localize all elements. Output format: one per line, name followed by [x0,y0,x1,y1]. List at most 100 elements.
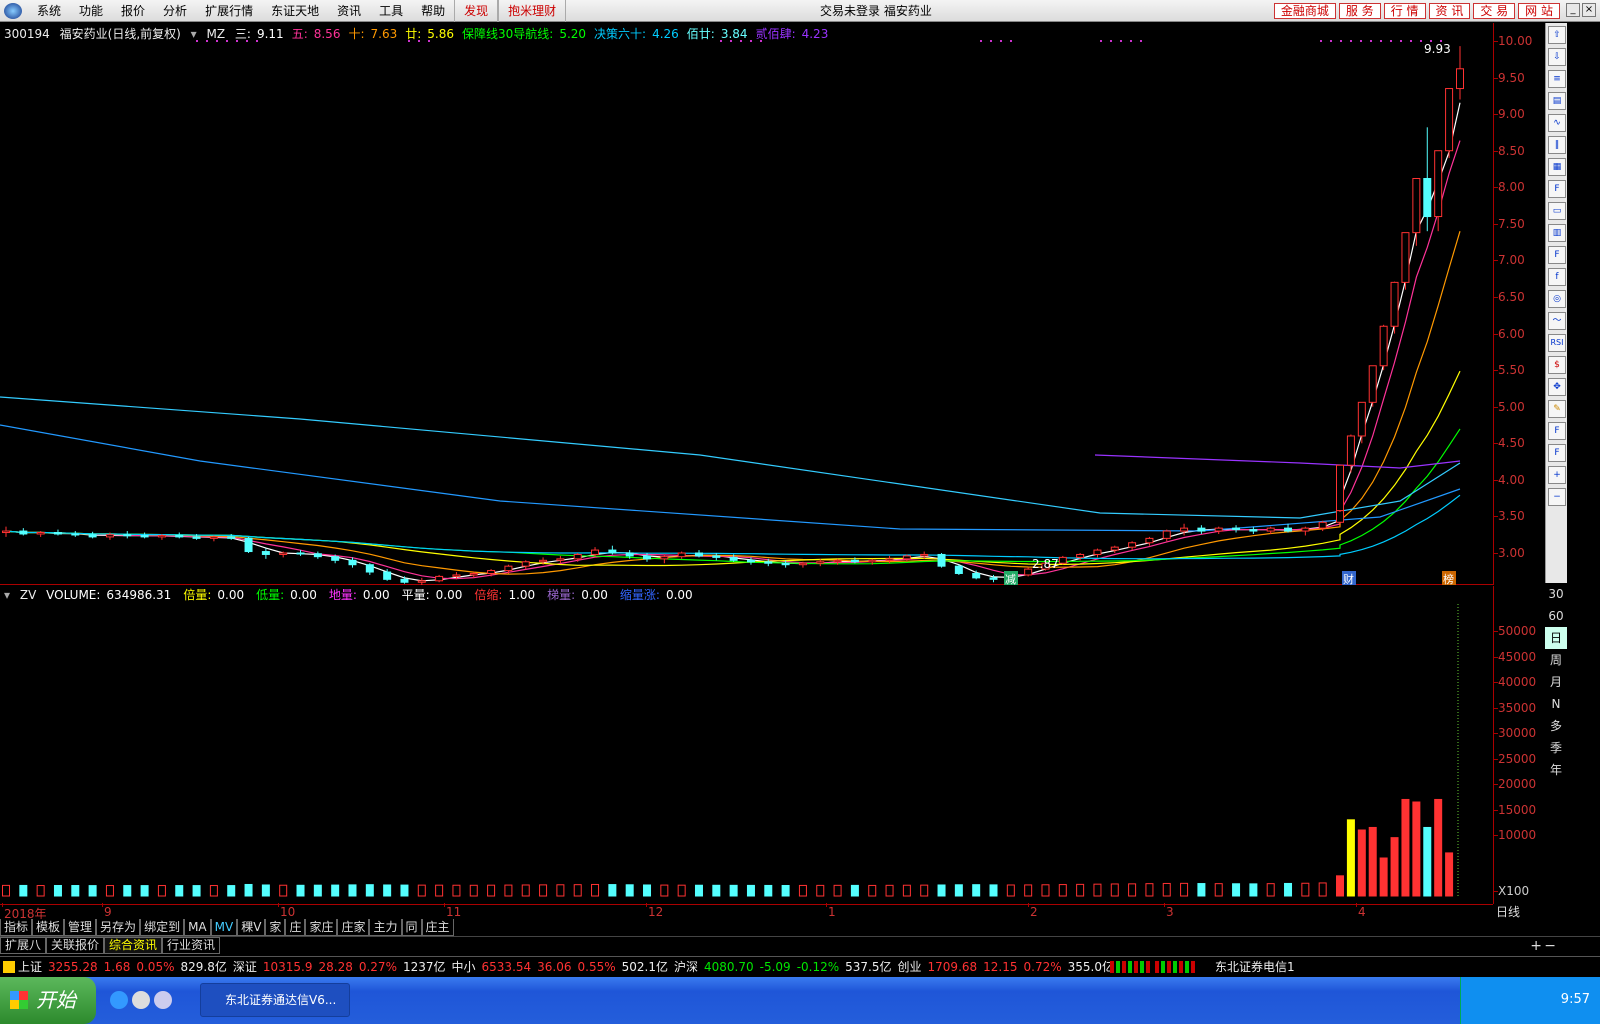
menu-item[interactable]: 帮助 [412,0,454,22]
f10-icon[interactable]: F [1548,180,1566,198]
index-status-bar: 上证 3255.28 1.68 0.05% 829.8亿 深证 10315.9 … [0,956,1600,976]
app-icon[interactable] [154,991,172,1009]
period-button[interactable]: 月 [1545,671,1567,693]
sz-change: 28.28 [318,959,353,974]
info-tab[interactable]: 综合资讯 [104,937,163,954]
period-button[interactable]: N [1545,693,1567,715]
grid-icon[interactable]: ▥ [1548,224,1566,242]
hs-label[interactable]: 沪深 [674,958,698,975]
period-button[interactable]: 年 [1545,759,1567,781]
low-price-label: 2.87 [1032,557,1059,571]
indicator-tab[interactable]: 同 [401,919,422,936]
close-icon[interactable]: × [1582,3,1596,17]
list-icon[interactable]: ≡ [1548,70,1566,88]
indicator-tab[interactable]: 绑定到 [140,919,185,936]
ie-icon[interactable] [110,991,128,1009]
taskbar-item-tdx[interactable]: 东北证券通达信V6... [200,983,350,1017]
volume-bar [660,884,669,897]
period-button[interactable]: 60 [1545,605,1567,627]
sz-label[interactable]: 深证 [233,958,257,975]
line-chart-icon[interactable]: ∿ [1548,114,1566,132]
zoom-in-icon[interactable]: + [1548,466,1566,484]
dollar-icon[interactable]: $ [1548,356,1566,374]
menu-item[interactable]: 系统 [28,0,70,22]
top-marker-dot [1400,40,1402,42]
kline-icon[interactable]: ‖ [1548,136,1566,154]
remove-panel-button[interactable]: − [1544,938,1556,954]
ma-label: 决策六十: [594,27,647,41]
vol-legend-item: 缩量涨: 0.00 [620,588,699,602]
top-right-button[interactable]: 行 情 [1383,3,1426,19]
move-icon[interactable]: ✥ [1548,378,1566,396]
f6-icon[interactable]: F [1548,444,1566,462]
price-chart-panel[interactable]: 9.93 2.87 减财榜 300194 福安药业(日线,前复权) ▾ MZ 三: 9… [0,23,1493,585]
info-tab[interactable]: 扩展八 [0,937,47,954]
start-button[interactable]: 开始 [0,977,96,1024]
candle-body [694,552,703,557]
top-right-button[interactable]: 服 务 [1338,3,1381,19]
indicator-tab[interactable]: 家庄 [305,919,338,936]
menu-item[interactable]: 资讯 [328,0,370,22]
cy-label[interactable]: 创业 [898,958,922,975]
vol-label: 倍缩: [474,588,503,602]
indicator-tab[interactable]: 庄 [285,919,306,936]
candle-body [954,565,963,574]
top-right-button[interactable]: 交 易 [1473,3,1516,19]
top-right-button[interactable]: 资 讯 [1428,3,1471,19]
sh-value: 3255.28 [48,959,98,974]
menu-item[interactable]: 东证天地 [262,0,328,22]
period-button[interactable]: 多 [1545,715,1567,737]
indicator-tab[interactable]: MV [210,919,238,936]
broker-server[interactable]: 东北证券电信1 [1215,958,1295,975]
period-button[interactable]: 30 [1545,583,1567,605]
menu-item[interactable]: 扩展行情 [196,0,262,22]
indicator-tab[interactable]: 主力 [369,919,402,936]
menu-item-promo[interactable]: 抱米理财 [498,0,567,22]
indicator-tab[interactable]: 稞V [237,919,266,936]
pencil-icon[interactable]: ✎ [1548,400,1566,418]
zx-label[interactable]: 中小 [452,958,476,975]
indicator-tab[interactable]: 另存为 [96,919,141,936]
indicator-tab[interactable]: 模板 [32,919,65,936]
minimize-icon[interactable]: _ [1566,3,1580,17]
info-tab[interactable]: 行业资讯 [162,937,221,954]
collapse-icon[interactable]: ▾ [4,588,10,602]
doc-icon[interactable]: ▭ [1548,202,1566,220]
arrow-down-icon[interactable]: ⇩ [1548,48,1566,66]
menu-item[interactable]: 分析 [154,0,196,22]
table-icon[interactable]: ▦ [1548,158,1566,176]
info-tab[interactable]: 关联报价 [46,937,105,954]
menu-item-promo[interactable]: 发现 [454,0,499,22]
top-right-button[interactable]: 金融商城 [1273,3,1336,19]
volume-chart-panel[interactable]: ▾ ZV VOLUME: 634986.31 倍量: 0.00 低量: 0.00 地量: 0.… [0,586,1493,904]
period-button[interactable]: 日 [1545,627,1567,649]
f12-icon[interactable]: F [1548,246,1566,264]
indicator-tab[interactable]: MA [184,919,211,936]
f5-icon[interactable]: F [1548,422,1566,440]
collapse-icon[interactable]: ▾ [191,27,197,41]
indicator-tab[interactable]: 家 [265,919,286,936]
period-button[interactable]: 周 [1545,649,1567,671]
start-label: 开始 [36,988,76,1012]
zoom-out-icon[interactable]: − [1548,488,1566,506]
candle-body [781,562,790,566]
add-panel-button[interactable]: + [1530,938,1542,954]
period-button[interactable]: 季 [1545,737,1567,759]
indicator-tab[interactable]: 管理 [64,919,97,936]
chart-icon[interactable]: ▤ [1548,92,1566,110]
target-icon[interactable]: ◎ [1548,290,1566,308]
menu-item[interactable]: 工具 [370,0,412,22]
indicator-tab[interactable]: 庄主 [421,919,454,936]
menu-item[interactable]: 报价 [112,0,154,22]
menu-item[interactable]: 功能 [70,0,112,22]
indicator-tab[interactable]: 指标 [0,919,33,936]
sh-label[interactable]: 上证 [18,958,42,975]
volume-bar [920,884,929,897]
browser-icon[interactable] [132,991,150,1009]
indicator-tab[interactable]: 庄家 [337,919,370,936]
fx-icon[interactable]: f [1548,268,1566,286]
arrow-up-icon[interactable]: ⇧ [1548,26,1566,44]
top-right-button[interactable]: 网 站 [1518,3,1560,19]
wave-icon[interactable]: 〜 [1548,312,1566,330]
rsi-icon[interactable]: RSI [1548,334,1566,352]
